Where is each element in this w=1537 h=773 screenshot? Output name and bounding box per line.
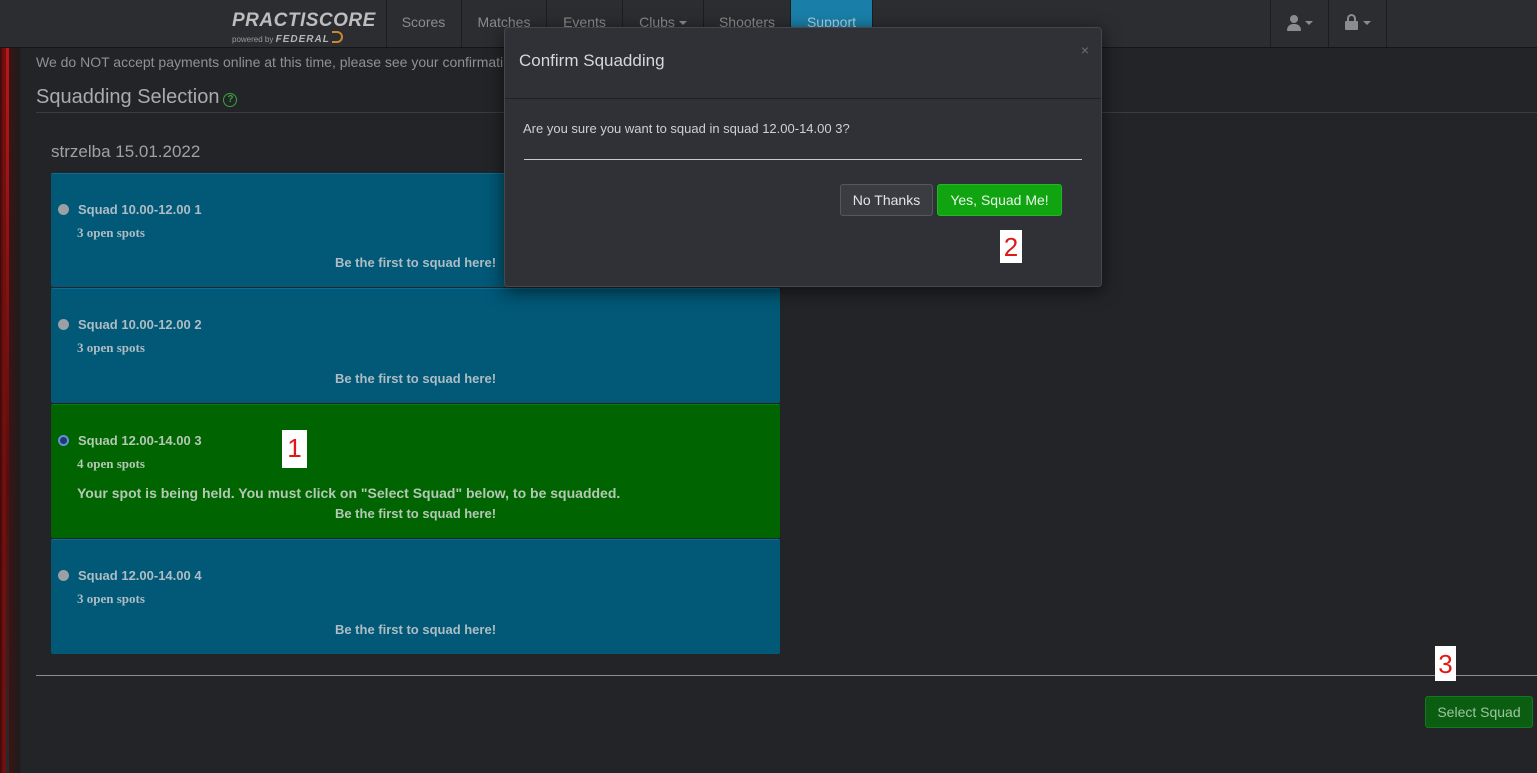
annotation-marker-1: 1 <box>282 430 307 468</box>
brand-subline: powered by FEDERAL <box>232 31 343 45</box>
dialog-header-divider <box>505 98 1101 99</box>
federal-logo-icon <box>331 31 343 43</box>
help-icon[interactable]: ? <box>223 93 238 107</box>
page-title-text: Squadding Selection <box>36 86 220 108</box>
squad-name: Squad 12.00-14.00 3 <box>78 433 202 448</box>
squad-open-spots: 3 open spots <box>77 340 145 355</box>
squad-name: Squad 10.00-12.00 1 <box>78 202 202 217</box>
user-menu[interactable] <box>1270 0 1328 47</box>
nav-scores-label: Scores <box>401 14 446 30</box>
lock-menu[interactable] <box>1328 0 1387 47</box>
squad-first-text: Be the first to squad here! <box>334 371 497 386</box>
nav-scores[interactable]: Scores <box>386 0 462 47</box>
lock-icon <box>1345 14 1358 30</box>
squad-option-4[interactable]: Squad 12.00-14.00 4 3 open spots Be the … <box>51 539 780 654</box>
chevron-down-icon <box>1363 21 1371 25</box>
squad-open-spots: 3 open spots <box>77 225 145 240</box>
squad-option-2[interactable]: Squad 10.00-12.00 2 3 open spots Be the … <box>51 288 780 403</box>
squad-radio[interactable] <box>58 204 69 215</box>
event-name: strzelba 15.01.2022 <box>51 142 201 161</box>
bottom-divider <box>36 675 1537 676</box>
brand-logo[interactable]: PRACTISCORE powered by FEDERAL <box>222 0 387 47</box>
no-thanks-button[interactable]: No Thanks <box>840 184 933 216</box>
chevron-down-icon <box>678 21 687 25</box>
squad-first-text: Be the first to squad here! <box>334 622 497 637</box>
select-squad-button[interactable]: Select Squad <box>1425 696 1533 728</box>
squad-open-spots: 4 open spots <box>77 456 145 471</box>
dialog-divider <box>524 159 1082 160</box>
annotation-marker-2: 2 <box>1000 230 1022 263</box>
confirm-squadding-dialog: Confirm Squadding × Are you sure you wan… <box>504 27 1102 287</box>
yes-squad-me-button[interactable]: Yes, Squad Me! <box>937 184 1062 216</box>
squad-name: Squad 12.00-14.00 4 <box>78 568 202 583</box>
close-icon[interactable]: × <box>1081 42 1089 58</box>
dialog-title: Confirm Squadding <box>519 51 665 70</box>
left-decorative-strip <box>0 47 20 773</box>
squad-first-text: Be the first to squad here! <box>334 506 497 521</box>
annotation-marker-3: 3 <box>1435 646 1456 681</box>
chevron-down-icon <box>1305 21 1313 25</box>
brand-partner: FEDERAL <box>275 34 330 45</box>
squad-radio[interactable] <box>58 319 69 330</box>
user-icon <box>1287 15 1301 31</box>
squad-name: Squad 10.00-12.00 2 <box>78 317 202 332</box>
squad-option-3-selected[interactable]: Squad 12.00-14.00 3 4 open spots Your sp… <box>51 404 780 538</box>
squad-held-message: Your spot is being held. You must click … <box>77 485 621 501</box>
squad-open-spots: 3 open spots <box>77 591 145 606</box>
squad-radio[interactable] <box>58 570 69 581</box>
squad-radio-selected[interactable] <box>58 435 69 446</box>
dialog-message: Are you sure you want to squad in squad … <box>523 121 850 136</box>
page-title: Squadding Selection? <box>36 86 238 109</box>
brand-powered-by: powered by <box>232 35 274 44</box>
payment-notice: We do NOT accept payments online at this… <box>36 54 504 70</box>
brand-name: PRACTISCORE <box>232 10 376 31</box>
